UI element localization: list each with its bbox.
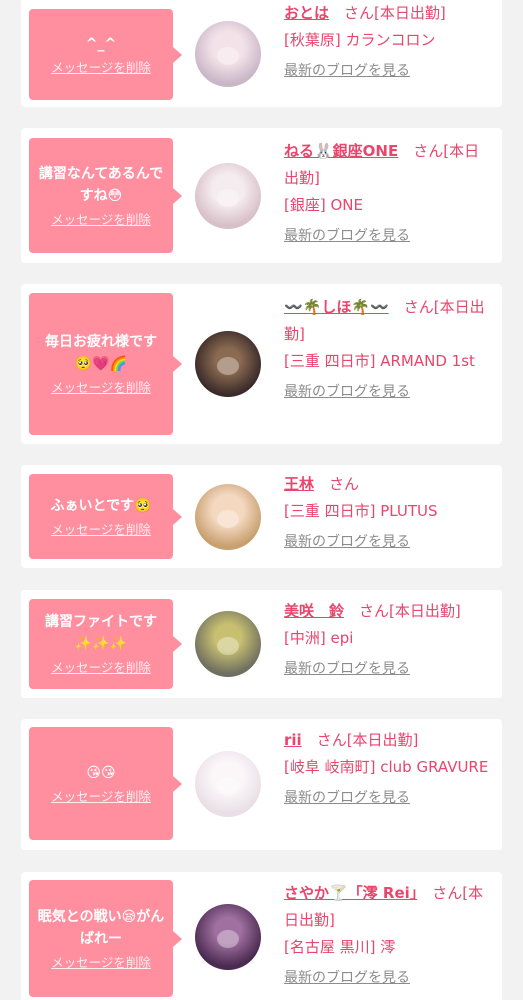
latest-blog-link[interactable]: 最新のブログを見る: [284, 223, 494, 250]
message-text: ^_^: [85, 35, 117, 52]
message-card: 眠気との戦い😪がんばれー メッセージを削除 さやか🍸「澪 Rei」 さん[本日出…: [21, 872, 502, 1000]
cast-name-link[interactable]: 美咲 鈴: [284, 602, 344, 620]
delete-message-link[interactable]: メッセージを削除: [51, 211, 151, 229]
shop-name: [三重 四日市] PLUTUS: [284, 502, 438, 520]
delete-message-link[interactable]: メッセージを削除: [51, 788, 151, 806]
delete-message-link[interactable]: メッセージを削除: [51, 379, 151, 397]
cast-status: さん: [314, 475, 360, 493]
message-card: 😘😘 メッセージを削除 rii さん[本日出勤] [岐阜 岐南町] club G…: [21, 719, 502, 850]
cast-info: 王林 さん [三重 四日市] PLUTUS 最新のブログを見る: [284, 471, 494, 556]
avatar[interactable]: [195, 484, 261, 550]
latest-blog-link[interactable]: 最新のブログを見る: [284, 529, 494, 556]
latest-blog-link[interactable]: 最新のブログを見る: [284, 379, 494, 406]
latest-blog-link[interactable]: 最新のブログを見る: [284, 965, 494, 992]
message-bubble: 😘😘 メッセージを削除: [29, 727, 182, 840]
cast-name-link[interactable]: rii: [284, 731, 302, 749]
cast-name-link[interactable]: 〰️🌴しほ🌴〰️: [284, 298, 389, 316]
cast-info: ねる🐰銀座ONE さん[本日出勤] [銀座] ONE 最新のブログを見る: [284, 138, 494, 250]
cast-name-link[interactable]: 王林: [284, 475, 314, 493]
message-card: ふぁいとです🥺 メッセージを削除 王林 さん [三重 四日市] PLUTUS 最…: [21, 465, 502, 568]
avatar[interactable]: [195, 21, 261, 87]
cast-info: おとは さん[本日出勤] [秋葉原] カランコロン 最新のブログを見る: [284, 0, 494, 85]
latest-blog-link[interactable]: 最新のブログを見る: [284, 656, 494, 683]
message-text: 講習なんてあるんですね😳: [38, 165, 164, 204]
cast-info: 美咲 鈴 さん[本日出勤] [中洲] epi 最新のブログを見る: [284, 598, 494, 683]
message-text: 眠気との戦い😪がんばれー: [37, 908, 165, 947]
cast-info: さやか🍸「澪 Rei」 さん[本日出勤] [名古屋 黒川] 澪 最新のブログを見…: [284, 880, 494, 992]
message-text: ふぁいとです🥺: [50, 497, 152, 514]
shop-name: [名古屋 黒川] 澪: [284, 938, 396, 956]
cast-info: 〰️🌴しほ🌴〰️ さん[本日出勤] [三重 四日市] ARMAND 1st 最新…: [284, 294, 494, 406]
shop-name: [中洲] epi: [284, 629, 354, 647]
message-bubble: 講習なんてあるんですね😳 メッセージを削除: [29, 138, 182, 253]
avatar[interactable]: [195, 163, 261, 229]
cast-name-link[interactable]: ねる🐰銀座ONE: [284, 142, 398, 160]
message-text: 毎日お疲れ様です🥺💗🌈: [45, 334, 157, 372]
latest-blog-link[interactable]: 最新のブログを見る: [284, 785, 494, 812]
message-bubble: ふぁいとです🥺 メッセージを削除: [29, 474, 182, 559]
delete-message-link[interactable]: メッセージを削除: [51, 59, 151, 77]
avatar[interactable]: [195, 904, 261, 970]
cast-name-link[interactable]: さやか🍸「澪 Rei」: [284, 884, 417, 902]
delete-message-link[interactable]: メッセージを削除: [51, 954, 151, 972]
message-bubble: ^_^ メッセージを削除: [29, 9, 182, 100]
cast-status: さん[本日出勤]: [329, 4, 446, 22]
shop-name: [岐阜 岐南町] club GRAVURE: [284, 758, 489, 776]
cast-status: さん[本日出勤]: [301, 731, 419, 749]
cast-name-link[interactable]: おとは: [284, 4, 329, 22]
cast-info: rii さん[本日出勤] [岐阜 岐南町] club GRAVURE 最新のブロ…: [284, 727, 494, 812]
shop-name: [銀座] ONE: [284, 196, 363, 214]
shop-name: [秋葉原] カランコロン: [284, 31, 436, 49]
message-bubble: 眠気との戦い😪がんばれー メッセージを削除: [29, 880, 182, 997]
message-text: 講習ファイトです✨✨✨: [45, 614, 157, 652]
message-card: 毎日お疲れ様です🥺💗🌈 メッセージを削除 〰️🌴しほ🌴〰️ さん[本日出勤] […: [21, 284, 502, 444]
avatar[interactable]: [195, 331, 261, 397]
latest-blog-link[interactable]: 最新のブログを見る: [284, 58, 494, 85]
message-bubble: 講習ファイトです✨✨✨ メッセージを削除: [29, 599, 182, 689]
message-card: 講習ファイトです✨✨✨ メッセージを削除 美咲 鈴 さん[本日出勤] [中洲] …: [21, 590, 502, 698]
cast-status: さん[本日出勤]: [344, 602, 461, 620]
avatar[interactable]: [195, 611, 261, 677]
message-card: 講習なんてあるんですね😳 メッセージを削除 ねる🐰銀座ONE さん[本日出勤] …: [21, 128, 502, 263]
delete-message-link[interactable]: メッセージを削除: [51, 659, 151, 677]
shop-name: [三重 四日市] ARMAND 1st: [284, 352, 475, 370]
delete-message-link[interactable]: メッセージを削除: [51, 521, 151, 539]
message-bubble: 毎日お疲れ様です🥺💗🌈 メッセージを削除: [29, 293, 182, 435]
message-card: ^_^ メッセージを削除 おとは さん[本日出勤] [秋葉原] カランコロン 最…: [21, 0, 502, 107]
message-text: 😘😘: [86, 764, 116, 781]
message-list: ^_^ メッセージを削除 おとは さん[本日出勤] [秋葉原] カランコロン 最…: [0, 0, 523, 1000]
avatar[interactable]: [195, 751, 261, 817]
